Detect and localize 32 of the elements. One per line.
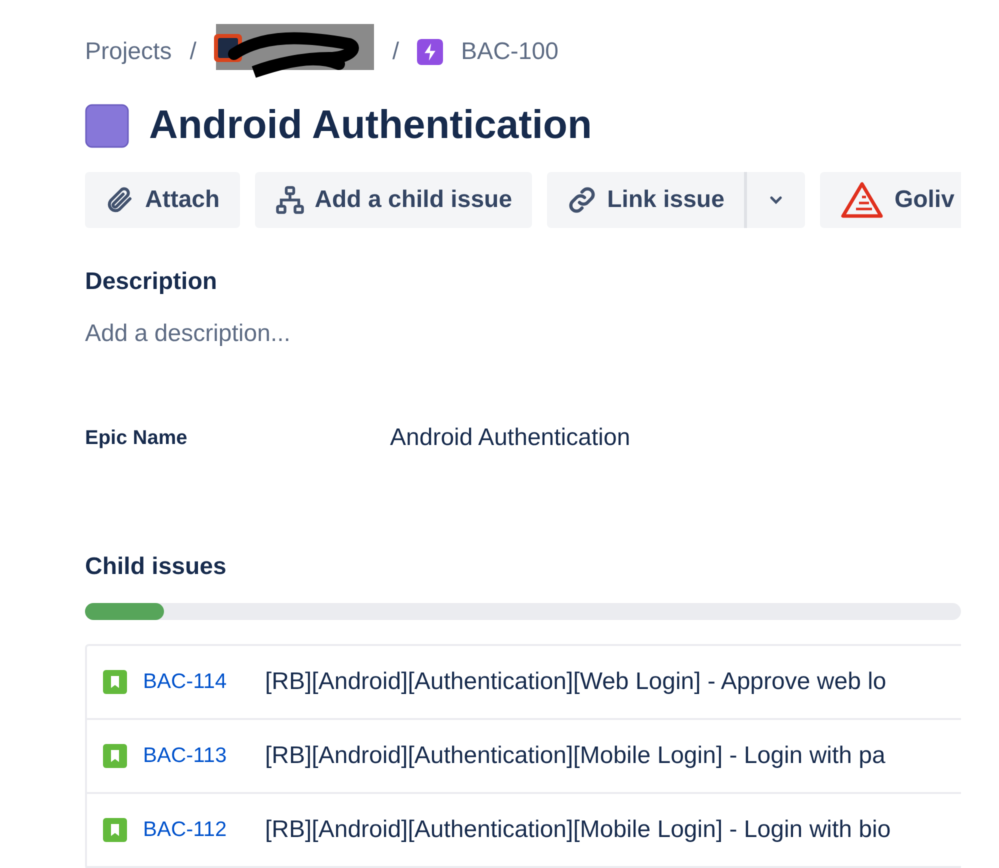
link-issue-button[interactable]: Link issue (547, 172, 748, 228)
issue-summary: [RB][Android][Authentication][Web Login] - Approve web lo (265, 668, 886, 696)
child-issue-row[interactable]: BAC-112 [RB][Android][Authentication][Mobile Login] - Login with bio (87, 794, 961, 868)
child-issue-row[interactable]: BAC-114 [RB][Android][Authentication][Web Login] - Approve web lo (87, 646, 961, 720)
triangle-logo-icon (840, 181, 884, 219)
issue-summary: [RB][Android][Authentication][Mobile Login] - Login with bio (265, 816, 891, 844)
lightning-icon (417, 39, 444, 65)
attach-button[interactable]: Attach (85, 172, 240, 228)
issue-key-link[interactable]: BAC-114 (143, 670, 265, 694)
issue-key-link[interactable]: BAC-113 (143, 744, 265, 768)
child-issue-row[interactable]: BAC-113 [RB][Android][Authentication][Mobile Login] - Login with pa (87, 720, 961, 794)
hierarchy-icon (274, 185, 305, 215)
breadcrumb-separator: / (392, 38, 400, 66)
link-icon (567, 185, 598, 215)
breadcrumb-link[interactable]: Projects (85, 38, 172, 66)
more-button[interactable] (747, 172, 806, 228)
issue-title: Android Authentication (149, 103, 592, 148)
section-heading: Child issues (85, 553, 228, 581)
field-value[interactable]: Android Authentication (390, 424, 961, 452)
description-placeholder[interactable]: Add a description... (85, 320, 961, 348)
section-heading: Description (85, 268, 218, 296)
epic-color-icon (85, 104, 129, 148)
issue-key-link[interactable]: BAC-100 (461, 38, 558, 66)
field-label: Epic Name (85, 426, 188, 450)
issue-summary: [RB][Android][Authentication][Mobile Login] - Login with pa (265, 742, 886, 770)
bookmark-icon (103, 818, 127, 842)
breadcrumb-separator: / (190, 38, 196, 66)
issue-key-link[interactable]: BAC-112 (143, 818, 265, 842)
bookmark-icon (103, 744, 127, 768)
add-child-issue-button[interactable]: Add a child issue (254, 172, 532, 228)
app-button[interactable]: Goliv (820, 172, 961, 228)
bookmark-icon (103, 670, 127, 694)
